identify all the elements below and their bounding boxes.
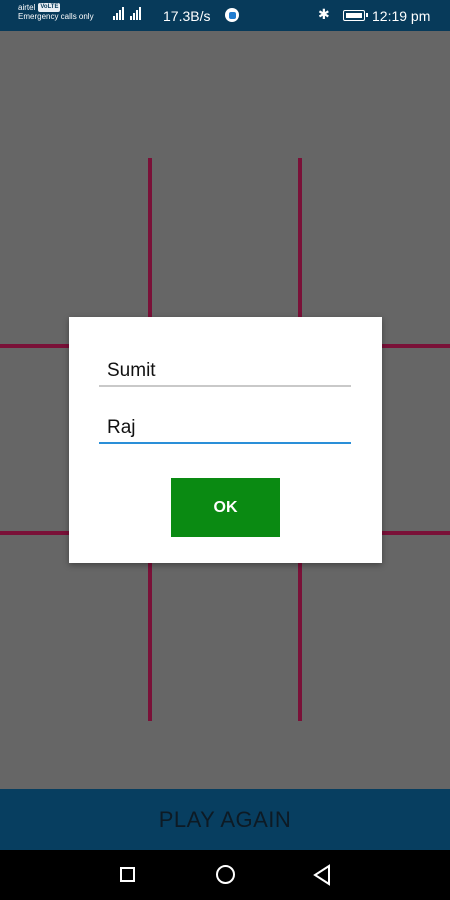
emergency-calls-text: Emergency calls only — [18, 12, 94, 21]
recent-apps-icon[interactable] — [120, 867, 135, 882]
battery-icon — [343, 10, 368, 21]
carrier-info: airtel VoLTE Emergency calls only — [18, 3, 94, 21]
player-names-dialog: OK — [69, 317, 382, 563]
bluetooth-icon: ✱ — [318, 6, 330, 22]
signal-icon — [113, 7, 124, 20]
signal-icon — [130, 7, 141, 20]
back-icon[interactable] — [312, 864, 332, 886]
home-icon[interactable] — [216, 865, 235, 884]
shield-icon — [225, 8, 239, 22]
signal-icons — [113, 7, 141, 20]
clock: 12:19 pm — [372, 8, 431, 24]
carrier-name: airtel — [18, 3, 36, 12]
status-bar: airtel VoLTE Emergency calls only 17.3B/… — [0, 0, 450, 31]
ok-button[interactable]: OK — [171, 478, 280, 537]
network-speed: 17.3B/s — [163, 8, 211, 24]
player2-name-input[interactable] — [99, 414, 351, 444]
play-again-button[interactable]: PLAY AGAIN — [0, 789, 450, 850]
volte-badge: VoLTE — [38, 3, 61, 12]
player1-name-input[interactable] — [99, 357, 351, 387]
navigation-bar — [0, 850, 450, 900]
